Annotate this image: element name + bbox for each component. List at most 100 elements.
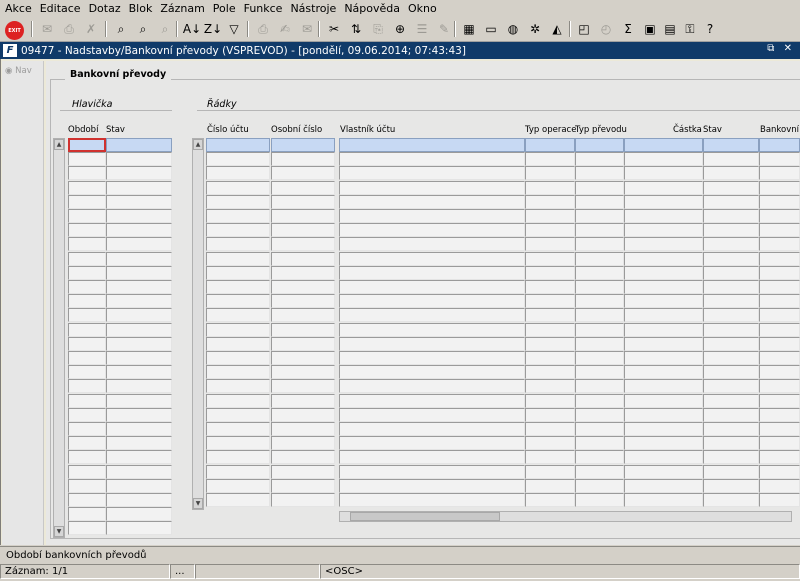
gear-icon[interactable]: ✲ [526,20,544,38]
header-cell[interactable] [106,507,172,522]
header-cell[interactable] [68,322,106,337]
lines-cell[interactable] [271,379,335,394]
lines-cell[interactable] [575,493,624,507]
lines-cell[interactable] [339,152,525,167]
lines-cell[interactable] [703,464,759,479]
lines-cell[interactable] [624,478,703,493]
cut-icon[interactable]: ✂ [325,20,343,38]
lines-cell[interactable] [575,422,624,436]
header-cell[interactable] [68,464,106,479]
lines-cell[interactable] [339,351,525,365]
lines-cell[interactable] [206,436,270,451]
lines-cell[interactable] [339,436,525,451]
lines-cell[interactable] [525,308,575,323]
lines-cell[interactable] [703,280,759,294]
lines-cell[interactable] [575,223,624,238]
menu-item-2[interactable]: Dotaz [84,2,124,15]
lines-cell[interactable] [575,464,624,479]
lines-cell[interactable] [624,152,703,167]
lines-cell[interactable] [759,223,800,238]
lines-cell[interactable] [624,280,703,294]
header-cell[interactable] [68,237,106,252]
lines-cell[interactable] [206,294,270,309]
menu-item-0[interactable]: Akce [0,2,35,15]
document-icon[interactable]: ▭ [482,20,500,38]
header-cell[interactable] [106,308,172,323]
scroll-thumb[interactable] [350,512,500,521]
scroll-up-arrow-icon[interactable]: ▲ [193,139,203,150]
clock-icon[interactable]: ◴ [597,20,615,38]
lines-cell[interactable] [206,265,270,280]
execute-query-icon[interactable]: ⌕ [134,20,152,38]
lines-cell[interactable] [206,450,270,465]
lines-cell[interactable] [271,450,335,465]
lines-cell[interactable] [703,138,759,152]
lines-cell[interactable] [703,152,759,167]
zoom-icon[interactable]: ⊕ [391,20,409,38]
lines-cell[interactable] [759,493,800,507]
lines-cell[interactable] [271,393,335,408]
lines-cell[interactable] [339,209,525,223]
lines-cell[interactable] [339,393,525,408]
header-cell[interactable] [68,166,106,181]
lines-cell[interactable] [703,422,759,436]
lines-cell[interactable] [525,280,575,294]
lines-cell[interactable] [339,237,525,252]
lines-cell[interactable] [271,152,335,167]
lines-cell[interactable] [271,280,335,294]
lines-cell[interactable] [703,336,759,351]
edit-icon[interactable]: ✎ [435,20,453,38]
lines-cell[interactable] [271,493,335,507]
lines-cell[interactable] [525,194,575,209]
lines-cell[interactable] [271,237,335,252]
lines-cell[interactable] [624,180,703,195]
header-cell[interactable] [68,365,106,380]
header-cell[interactable] [68,152,106,167]
lines-cell[interactable] [624,365,703,380]
header-cell[interactable] [68,336,106,351]
lines-cell[interactable] [271,251,335,266]
menu-item-9[interactable]: Okno [403,2,440,15]
lines-cell[interactable] [339,138,525,152]
lines-cell[interactable] [759,351,800,365]
lines-cell[interactable] [624,308,703,323]
lines-cell[interactable] [575,322,624,337]
lines-cell[interactable] [339,422,525,436]
lines-vertical-scrollbar[interactable]: ▲ ▼ [192,138,204,510]
header-cell[interactable] [106,265,172,280]
lines-cell[interactable] [206,251,270,266]
lines-cell[interactable] [703,251,759,266]
lines-cell[interactable] [339,450,525,465]
header-cell[interactable] [68,436,106,451]
header-cell[interactable] [106,322,172,337]
lines-cell[interactable] [339,365,525,380]
lines-cell[interactable] [339,194,525,209]
lines-cell[interactable] [206,351,270,365]
lines-cell[interactable] [206,152,270,167]
header-cell[interactable] [68,138,106,152]
lines-cell[interactable] [703,294,759,309]
lines-cell[interactable] [575,478,624,493]
header-cell[interactable] [68,251,106,266]
lines-cell[interactable] [206,464,270,479]
lines-cell[interactable] [703,436,759,451]
lines-cell[interactable] [206,393,270,408]
header-cell[interactable] [106,251,172,266]
header-cell[interactable] [68,209,106,223]
lines-cell[interactable] [624,493,703,507]
lines-cell[interactable] [525,436,575,451]
lines-cell[interactable] [575,351,624,365]
lines-cell[interactable] [575,180,624,195]
lines-cell[interactable] [206,138,270,152]
lines-cell[interactable] [703,365,759,380]
lines-cell[interactable] [525,152,575,167]
header-cell[interactable] [68,294,106,309]
lines-cell[interactable] [759,308,800,323]
lines-cell[interactable] [525,237,575,252]
header-cell[interactable] [68,194,106,209]
lines-cell[interactable] [525,294,575,309]
lines-cell[interactable] [339,280,525,294]
lines-cell[interactable] [703,223,759,238]
header-cell[interactable] [106,294,172,309]
header-cell[interactable] [106,180,172,195]
